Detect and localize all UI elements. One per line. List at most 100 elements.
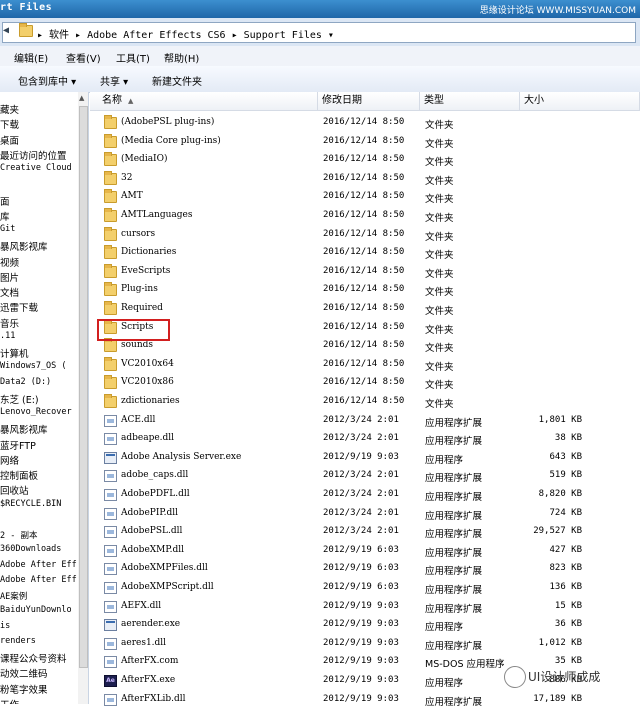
table-row[interactable]: AdobePIP.dll 2012/3/24 2:01 应用程序扩展 724 KB	[90, 505, 640, 523]
nav-item[interactable]: is	[0, 621, 10, 635]
nav-item[interactable]: 图片	[0, 270, 19, 284]
nav-item[interactable]: .11	[0, 331, 15, 345]
file-size: 823 KB	[549, 563, 582, 574]
column-date[interactable]: 修改日期	[318, 92, 420, 110]
file-name: sounds	[121, 340, 154, 351]
nav-scrollbar[interactable]: ▲	[78, 92, 89, 704]
nav-item[interactable]: 计算机	[0, 346, 29, 360]
nav-item[interactable]: Lenovo_Recover	[0, 407, 72, 421]
table-row[interactable]: 32 2016/12/14 8:50 文件夹	[90, 170, 640, 188]
nav-item[interactable]: 回收站	[0, 483, 29, 497]
nav-item[interactable]: 动效二维码	[0, 666, 48, 680]
nav-item[interactable]: 暴风影视库	[0, 422, 48, 436]
nav-item[interactable]: renders	[0, 636, 36, 650]
table-row[interactable]: EveScripts 2016/12/14 8:50 文件夹	[90, 263, 640, 281]
nav-item[interactable]: 库	[0, 209, 10, 223]
nav-item[interactable]: 桌面	[0, 133, 19, 147]
nav-item[interactable]: Adobe After Eff	[0, 560, 77, 574]
file-size: 17,189 KB	[533, 693, 582, 704]
file-name: Required	[121, 303, 163, 313]
table-row[interactable]: adobe_caps.dll 2012/3/24 2:01 应用程序扩展 519 KB	[90, 467, 640, 485]
nav-item[interactable]: 暴风影视库	[0, 239, 48, 253]
table-row[interactable]: sounds 2016/12/14 8:50 文件夹	[90, 337, 640, 355]
table-row[interactable]: Dictionaries 2016/12/14 8:50 文件夹	[90, 244, 640, 262]
menu-tools[interactable]: 工具(T)	[116, 50, 150, 65]
nav-item[interactable]: Windows7_OS (	[0, 361, 67, 375]
table-row[interactable]: Plug-ins 2016/12/14 8:50 文件夹	[90, 281, 640, 299]
table-row[interactable]: (AdobePSL plug-ins) 2016/12/14 8:50 文件夹	[90, 114, 640, 132]
navigation-pane[interactable]: 藏夹 下载 桌面 最近访问的位置 Creative Cloud 面库 Git 暴风影视库 视频图…	[0, 92, 79, 704]
menu-edit[interactable]: 编辑(E)	[14, 50, 48, 65]
file-name: (MediaIO)	[121, 154, 168, 165]
nav-item[interactable]: AE案例	[0, 590, 27, 604]
folder-icon	[104, 115, 117, 129]
nav-item[interactable]: 课程公众号资料	[0, 651, 67, 665]
nav-item[interactable]: 音乐	[0, 316, 19, 330]
file-size: 1,801 KB	[538, 414, 582, 425]
table-row[interactable]: AdobePDFL.dll 2012/3/24 2:01 应用程序扩展 8,820 K…	[90, 486, 640, 504]
table-row[interactable]: adbeape.dll 2012/3/24 2:01 应用程序扩展 38 KB	[90, 430, 640, 448]
table-row[interactable]: Required 2016/12/14 8:50 文件夹	[90, 300, 640, 318]
column-size[interactable]: 大小	[520, 92, 640, 110]
table-row[interactable]: AfterFXLib.dll 2012/9/19 9:03 应用程序扩展 17,189…	[90, 691, 640, 709]
table-row[interactable]: Adobe Analysis Server.exe 2012/9/19 9:03 应…	[90, 449, 640, 467]
menu-view[interactable]: 查看(V)	[66, 50, 101, 65]
scroll-thumb[interactable]	[79, 106, 88, 668]
nav-item[interactable]: Adobe After Eff	[0, 575, 77, 589]
modified-date: 2016/12/14 8:50	[323, 358, 405, 369]
table-row[interactable]: AdobeXMPFiles.dll 2012/9/19 6:03 应用程序扩展 823…	[90, 560, 640, 578]
nav-item[interactable]: $RECYCLE.BIN	[0, 499, 61, 513]
address-field[interactable]: ◀ ▸ 软件 ▸ Adobe After Effects CS6 ▸ Suppo…	[2, 22, 636, 43]
nav-item[interactable]: 粉笔字效果	[0, 682, 48, 696]
nav-item[interactable]: 视频	[0, 255, 19, 269]
file-name: aerender.exe	[121, 619, 181, 630]
table-row[interactable]: AdobeXMPScript.dll 2012/9/19 6:03 应用程序扩展 13…	[90, 579, 640, 597]
nav-item[interactable]: 东芝 (E:)	[0, 392, 39, 406]
table-row[interactable]: aeres1.dll 2012/9/19 9:03 应用程序扩展 1,012 KB	[90, 635, 640, 653]
share-button[interactable]: 共享 ▾	[100, 73, 128, 88]
nav-item[interactable]: BaiduYunDownlo	[0, 605, 72, 619]
table-row[interactable]: (MediaIO) 2016/12/14 8:50 文件夹	[90, 151, 640, 169]
nav-item[interactable]: Data2 (D:)	[0, 377, 51, 391]
new-folder-button[interactable]: 新建文件夹	[152, 73, 202, 88]
nav-item[interactable]: 最近访问的位置	[0, 148, 67, 162]
include-in-library-button[interactable]: 包含到库中 ▾	[18, 73, 76, 88]
table-row[interactable]: AMT 2016/12/14 8:50 文件夹	[90, 188, 640, 206]
nav-item[interactable]: Creative Cloud	[0, 163, 72, 177]
breadcrumb[interactable]: ▸ 软件 ▸ Adobe After Effects CS6 ▸ Support…	[37, 26, 334, 41]
table-row[interactable]: aerender.exe 2012/9/19 9:03 应用程序 36 KB	[90, 616, 640, 634]
table-row[interactable]: Scripts 2016/12/14 8:50 文件夹	[90, 319, 640, 337]
table-row[interactable]: ACE.dll 2012/3/24 2:01 应用程序扩展 1,801 KB	[90, 412, 640, 430]
sort-ascending-icon: ▲	[128, 97, 134, 105]
table-row[interactable]: AEFX.dll 2012/9/19 9:03 应用程序扩展 15 KB	[90, 598, 640, 616]
column-type[interactable]: 类型	[420, 92, 520, 110]
nav-item[interactable]: 文档	[0, 285, 19, 299]
table-row[interactable]: (Media Core plug-ins) 2016/12/14 8:50 文件夹	[90, 133, 640, 151]
nav-item[interactable]: 360Downloads	[0, 544, 61, 558]
file-size: 36 KB	[554, 619, 582, 630]
table-row[interactable]: AdobePSL.dll 2012/3/24 2:01 应用程序扩展 29,527 K…	[90, 523, 640, 541]
nav-item[interactable]: 蓝牙FTP	[0, 438, 36, 452]
nav-item[interactable]: Git	[0, 224, 15, 238]
nav-item[interactable]: 藏夹	[0, 102, 19, 116]
nav-item[interactable]: 面	[0, 194, 10, 208]
table-row[interactable]: cursors 2016/12/14 8:50 文件夹	[90, 226, 640, 244]
nav-item[interactable]: 迅雷下载	[0, 300, 38, 314]
table-row[interactable]: VC2010x64 2016/12/14 8:50 文件夹	[90, 356, 640, 374]
table-row[interactable]: VC2010x86 2016/12/14 8:50 文件夹	[90, 374, 640, 392]
menu-help[interactable]: 帮助(H)	[164, 50, 199, 65]
table-row[interactable]: AMTLanguages 2016/12/14 8:50 文件夹	[90, 207, 640, 225]
back-arrow-icon[interactable]: ◀	[3, 25, 15, 39]
file-size: 427 KB	[549, 544, 582, 555]
nav-item[interactable]: 控制面板	[0, 468, 38, 482]
table-row[interactable]: AdobeXMP.dll 2012/9/19 6:03 应用程序扩展 427 KB	[90, 542, 640, 560]
modified-date: 2012/3/24 2:01	[323, 470, 399, 481]
table-row[interactable]: zdictionaries 2016/12/14 8:50 文件夹	[90, 393, 640, 411]
nav-item[interactable]: 网络	[0, 453, 19, 467]
column-name[interactable]: 名称 ▲	[90, 92, 318, 110]
nav-item[interactable]: 2 - 副本	[0, 529, 37, 543]
scroll-up-icon[interactable]: ▲	[79, 94, 84, 102]
file-icon	[104, 600, 117, 613]
nav-item[interactable]: 工作	[0, 697, 19, 704]
nav-item[interactable]: 下载	[0, 117, 19, 131]
